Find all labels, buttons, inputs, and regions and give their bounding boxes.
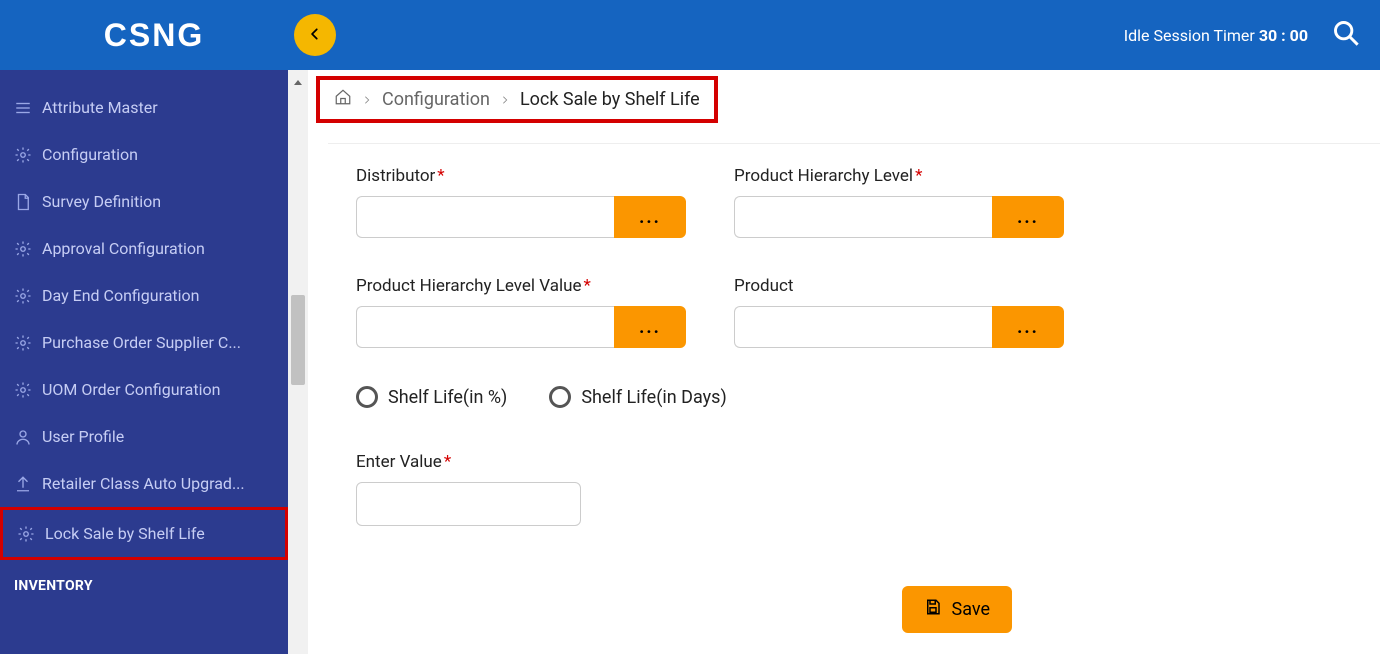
sidebar-item-day-end-configuration[interactable]: Day End Configuration bbox=[0, 272, 288, 319]
logo-wrap: CSNG bbox=[20, 17, 288, 54]
sidebar-item-lock-sale-by-shelf-life[interactable]: Lock Sale by Shelf Life bbox=[0, 507, 288, 560]
sidebar-item-retailer-class-auto-upgrade[interactable]: Retailer Class Auto Upgrad... bbox=[0, 460, 288, 507]
required-marker: * bbox=[915, 166, 922, 186]
product-hierarchy-level-value-input[interactable] bbox=[356, 306, 614, 348]
gear-icon bbox=[14, 240, 32, 258]
product-hierarchy-level-value-label: Product Hierarchy Level Value* bbox=[356, 276, 686, 296]
product-hierarchy-level-input[interactable] bbox=[734, 196, 992, 238]
save-icon bbox=[924, 598, 942, 621]
product-hierarchy-level-label: Product Hierarchy Level* bbox=[734, 166, 1064, 186]
field-distributor: Distributor* ... bbox=[356, 166, 686, 238]
sidebar-item-label: Configuration bbox=[42, 145, 138, 164]
shelf-life-radio-group: Shelf Life(in %) Shelf Life(in Days) bbox=[356, 386, 1352, 408]
idle-label: Idle Session Timer bbox=[1124, 26, 1255, 45]
sidebar[interactable]: Attribute Master Configuration Survey De… bbox=[0, 70, 288, 654]
sidebar-scrollbar[interactable] bbox=[288, 70, 308, 654]
sidebar-item-attribute-master[interactable]: Attribute Master bbox=[0, 84, 288, 131]
chevron-right-icon bbox=[500, 89, 510, 110]
product-hierarchy-level-value-lookup-button[interactable]: ... bbox=[614, 306, 686, 348]
user-icon bbox=[14, 428, 32, 446]
field-enter-value: Enter Value* bbox=[356, 452, 686, 526]
field-product-hierarchy-level-value: Product Hierarchy Level Value* ... bbox=[356, 276, 686, 348]
required-marker: * bbox=[437, 166, 444, 186]
sidebar-item-survey-definition[interactable]: Survey Definition bbox=[0, 178, 288, 225]
sidebar-item-label: Retailer Class Auto Upgrad... bbox=[42, 474, 245, 493]
app-header: CSNG Idle Session Timer 30 : 00 bbox=[0, 0, 1380, 70]
chevron-right-icon bbox=[362, 89, 372, 110]
distributor-label: Distributor* bbox=[356, 166, 686, 186]
sidebar-item-label: Approval Configuration bbox=[42, 239, 205, 258]
idle-session-timer: Idle Session Timer 30 : 00 bbox=[1124, 26, 1308, 45]
enter-value-input[interactable] bbox=[356, 482, 581, 526]
sidebar-item-uom-order-configuration[interactable]: UOM Order Configuration bbox=[0, 366, 288, 413]
gear-icon bbox=[14, 287, 32, 305]
field-product: Product ... bbox=[734, 276, 1064, 348]
sidebar-item-label: Lock Sale by Shelf Life bbox=[45, 524, 205, 543]
required-marker: * bbox=[444, 452, 451, 472]
product-input[interactable] bbox=[734, 306, 992, 348]
app-logo: CSNG bbox=[104, 17, 204, 54]
chevron-left-icon bbox=[308, 26, 322, 45]
main-content: Configuration Lock Sale by Shelf Life Di… bbox=[308, 70, 1380, 654]
breadcrumb-level-1[interactable]: Configuration bbox=[382, 89, 490, 110]
enter-value-label: Enter Value* bbox=[356, 452, 686, 472]
radio-icon bbox=[356, 386, 378, 408]
distributor-input[interactable] bbox=[356, 196, 614, 238]
gear-icon bbox=[14, 381, 32, 399]
radio-label: Shelf Life(in Days) bbox=[581, 387, 726, 408]
home-icon[interactable] bbox=[334, 88, 352, 111]
form-panel: Distributor* ... Product Hierarchy Level… bbox=[328, 143, 1380, 653]
sidebar-item-label: Day End Configuration bbox=[42, 286, 200, 305]
breadcrumb-level-2: Lock Sale by Shelf Life bbox=[520, 89, 700, 110]
upgrade-icon bbox=[14, 475, 32, 493]
sidebar-item-configuration[interactable]: Configuration bbox=[0, 131, 288, 178]
save-button[interactable]: Save bbox=[902, 586, 1013, 633]
document-icon bbox=[14, 193, 32, 211]
required-marker: * bbox=[584, 276, 591, 296]
scroll-up-icon bbox=[292, 74, 304, 86]
breadcrumb: Configuration Lock Sale by Shelf Life bbox=[316, 76, 718, 123]
distributor-lookup-button[interactable]: ... bbox=[614, 196, 686, 238]
search-button[interactable] bbox=[1332, 19, 1360, 51]
save-label: Save bbox=[952, 599, 991, 620]
radio-label: Shelf Life(in %) bbox=[388, 387, 507, 408]
list-icon bbox=[14, 99, 32, 117]
sidebar-item-approval-configuration[interactable]: Approval Configuration bbox=[0, 225, 288, 272]
sidebar-section-inventory: INVENTORY bbox=[0, 560, 288, 602]
radio-shelf-life-days[interactable]: Shelf Life(in Days) bbox=[549, 386, 726, 408]
radio-shelf-life-percent[interactable]: Shelf Life(in %) bbox=[356, 386, 507, 408]
sidebar-item-label: Survey Definition bbox=[42, 192, 161, 211]
product-label: Product bbox=[734, 276, 1064, 296]
sidebar-item-label: Attribute Master bbox=[42, 98, 158, 117]
sidebar-item-label: UOM Order Configuration bbox=[42, 380, 220, 399]
sidebar-item-user-profile[interactable]: User Profile bbox=[0, 413, 288, 460]
gear-icon bbox=[17, 525, 35, 543]
sidebar-item-purchase-order-supplier[interactable]: Purchase Order Supplier C... bbox=[0, 319, 288, 366]
gear-icon bbox=[14, 146, 32, 164]
product-lookup-button[interactable]: ... bbox=[992, 306, 1064, 348]
scrollbar-thumb[interactable] bbox=[291, 295, 305, 385]
radio-icon bbox=[549, 386, 571, 408]
sidebar-item-label: Purchase Order Supplier C... bbox=[42, 333, 241, 352]
sidebar-item-label: User Profile bbox=[42, 427, 124, 446]
idle-time-value: 30 : 00 bbox=[1259, 26, 1308, 45]
search-icon bbox=[1332, 32, 1360, 51]
back-button[interactable] bbox=[294, 14, 336, 56]
gear-icon bbox=[14, 334, 32, 352]
product-hierarchy-level-lookup-button[interactable]: ... bbox=[992, 196, 1064, 238]
field-product-hierarchy-level: Product Hierarchy Level* ... bbox=[734, 166, 1064, 238]
